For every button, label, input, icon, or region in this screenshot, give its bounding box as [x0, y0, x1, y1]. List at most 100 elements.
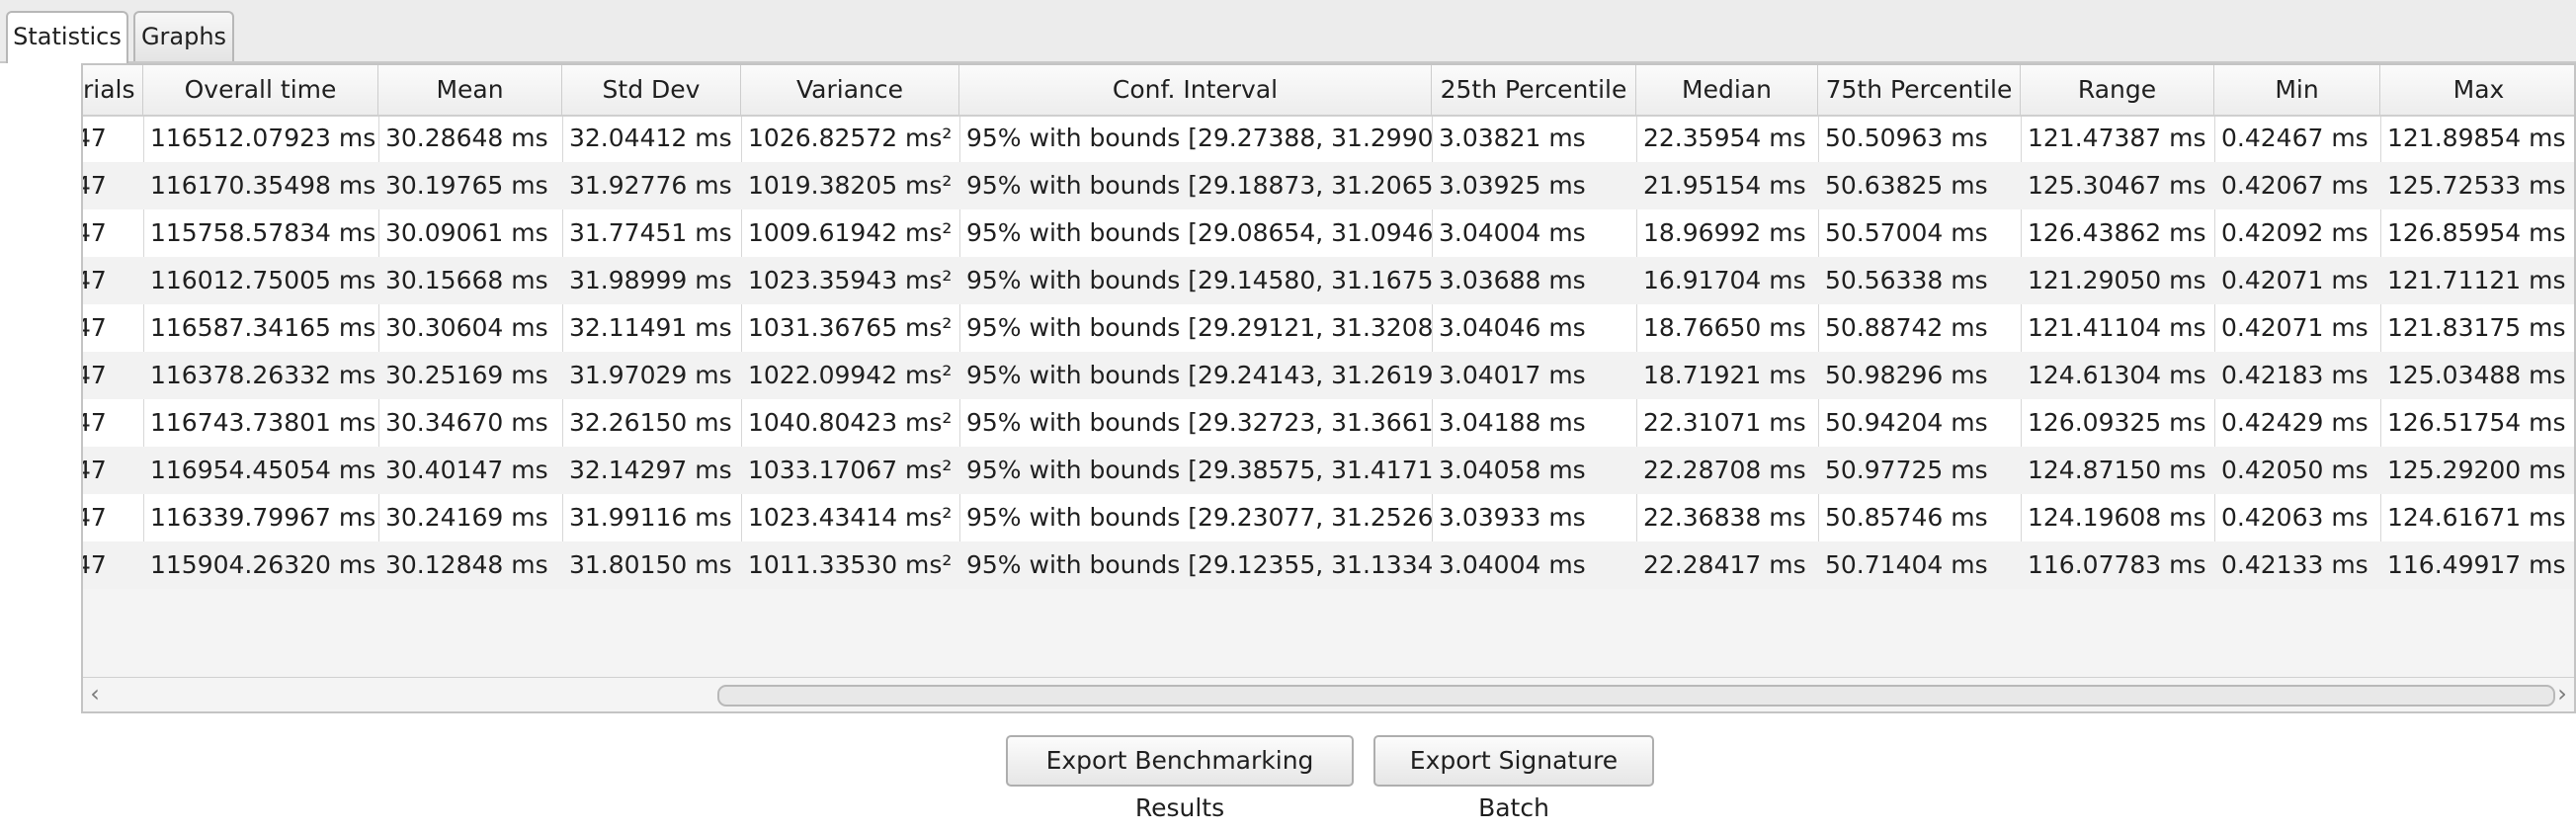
cell-range: 126.09325 ms [2028, 408, 2206, 437]
cell-mean: 30.30604 ms [385, 313, 548, 342]
cell-75th-percentile: 50.57004 ms [1825, 218, 1988, 247]
cell-std-dev: 31.80150 ms [569, 550, 732, 579]
column-header-variance[interactable]: Variance [741, 65, 959, 115]
cell-25th-percentile: 3.04188 ms [1439, 408, 1586, 437]
cell-overall-time: 116378.26332 ms [150, 361, 376, 389]
cell-variance: 1040.80423 ms² [748, 408, 953, 437]
cell-median: 21.95154 ms [1643, 171, 1806, 200]
cell-max: 116.49917 ms [2387, 550, 2566, 579]
cell-conf-interval: 95% with bounds [29.08654, 31.09468] [966, 218, 1432, 247]
column-header-conf-interval[interactable]: Conf. Interval [959, 65, 1432, 115]
table-row[interactable]: 47 116587.34165 ms 30.30604 ms 32.11491 ms 1… [83, 304, 2574, 352]
cell-trials: 47 [83, 408, 107, 437]
cell-range: 121.41104 ms [2028, 313, 2206, 342]
export-benchmarking-results-button[interactable]: Export Benchmarking Results [1006, 735, 1354, 822]
tab-statistics[interactable]: Statistics [6, 11, 128, 63]
cell-max: 125.72533 ms [2387, 171, 2566, 200]
column-header-range[interactable]: Range [2021, 65, 2214, 115]
table-row[interactable]: 47 116512.07923 ms 30.28648 ms 32.04412 ms 1… [83, 115, 2574, 162]
cell-conf-interval: 95% with bounds [29.14580, 31.16756] [966, 266, 1432, 294]
cell-75th-percentile: 50.94204 ms [1825, 408, 1988, 437]
column-header-median[interactable]: Median [1636, 65, 1818, 115]
cell-trials: 47 [83, 313, 107, 342]
cell-min: 0.42071 ms [2221, 313, 2368, 342]
cell-conf-interval: 95% with bounds [29.18873, 31.20657] [966, 171, 1432, 200]
scroll-left-icon[interactable]: ‹ [83, 678, 107, 711]
cell-max: 121.71121 ms [2387, 266, 2566, 294]
column-header-min[interactable]: Min [2214, 65, 2380, 115]
cell-std-dev: 31.77451 ms [569, 218, 732, 247]
cell-range: 124.61304 ms [2028, 361, 2206, 389]
column-header-max[interactable]: Max [2380, 65, 2574, 115]
cell-min: 0.42183 ms [2221, 361, 2368, 389]
scroll-right-icon[interactable]: › [2550, 678, 2574, 711]
cell-max: 125.03488 ms [2387, 361, 2566, 389]
horizontal-scrollbar[interactable]: ‹ › [83, 677, 2574, 711]
table-row[interactable]: 47 116954.45054 ms 30.40147 ms 32.14297 ms 1… [83, 447, 2574, 494]
cell-median: 22.35954 ms [1643, 124, 1806, 152]
cell-median: 22.31071 ms [1643, 408, 1806, 437]
cell-75th-percentile: 50.63825 ms [1825, 171, 1988, 200]
cell-25th-percentile: 3.04017 ms [1439, 361, 1586, 389]
tab-graphs[interactable]: Graphs [133, 11, 234, 61]
cell-max: 126.85954 ms [2387, 218, 2566, 247]
cell-variance: 1009.61942 ms² [748, 218, 953, 247]
cell-overall-time: 116339.79967 ms [150, 503, 376, 532]
cell-std-dev: 32.04412 ms [569, 124, 732, 152]
cell-mean: 30.25169 ms [385, 361, 548, 389]
cell-range: 116.07783 ms [2028, 550, 2206, 579]
cell-conf-interval: 95% with bounds [29.27388, 31.29907] [966, 124, 1432, 152]
cell-mean: 30.19765 ms [385, 171, 548, 200]
cell-range: 121.47387 ms [2028, 124, 2206, 152]
cell-25th-percentile: 3.03933 ms [1439, 503, 1586, 532]
table-row[interactable]: 47 116170.35498 ms 30.19765 ms 31.92776 ms 1… [83, 162, 2574, 209]
cell-25th-percentile: 3.03688 ms [1439, 266, 1586, 294]
cell-mean: 30.15668 ms [385, 266, 548, 294]
export-signature-batch-button[interactable]: Export Signature Batch [1373, 735, 1654, 822]
column-header-trials[interactable]: rials [83, 65, 143, 115]
cell-variance: 1023.35943 ms² [748, 266, 953, 294]
table-row[interactable]: 47 115904.26320 ms 30.12848 ms 31.80150 ms 1… [83, 541, 2574, 589]
cell-min: 0.42467 ms [2221, 124, 2368, 152]
table-row[interactable]: 47 115758.57834 ms 30.09061 ms 31.77451 ms 1… [83, 209, 2574, 257]
column-header-std-dev[interactable]: Std Dev [562, 65, 741, 115]
cell-std-dev: 32.11491 ms [569, 313, 732, 342]
scrollbar-thumb[interactable] [717, 685, 2555, 707]
cell-min: 0.42063 ms [2221, 503, 2368, 532]
cell-overall-time: 116954.45054 ms [150, 456, 376, 484]
cell-trials: 47 [83, 456, 107, 484]
cell-variance: 1023.43414 ms² [748, 503, 953, 532]
cell-variance: 1019.38205 ms² [748, 171, 953, 200]
cell-75th-percentile: 50.88742 ms [1825, 313, 1988, 342]
cell-std-dev: 31.99116 ms [569, 503, 732, 532]
table-row[interactable]: 47 116378.26332 ms 30.25169 ms 31.97029 ms 1… [83, 352, 2574, 399]
cell-range: 125.30467 ms [2028, 171, 2206, 200]
column-header-mean[interactable]: Mean [378, 65, 562, 115]
cell-mean: 30.09061 ms [385, 218, 548, 247]
table-row[interactable]: 47 116339.79967 ms 30.24169 ms 31.99116 ms 1… [83, 494, 2574, 541]
table-row[interactable]: 47 116743.73801 ms 30.34670 ms 32.26150 ms 1… [83, 399, 2574, 447]
cell-max: 126.51754 ms [2387, 408, 2566, 437]
cell-std-dev: 32.26150 ms [569, 408, 732, 437]
column-header-overall-time[interactable]: Overall time [143, 65, 378, 115]
cell-variance: 1031.36765 ms² [748, 313, 953, 342]
cell-min: 0.42429 ms [2221, 408, 2368, 437]
cell-max: 124.61671 ms [2387, 503, 2566, 532]
cell-min: 0.42133 ms [2221, 550, 2368, 579]
cell-median: 18.71921 ms [1643, 361, 1806, 389]
cell-trials: 47 [83, 503, 107, 532]
cell-25th-percentile: 3.03925 ms [1439, 171, 1586, 200]
column-header-25th-percentile[interactable]: 25th Percentile [1432, 65, 1636, 115]
cell-variance: 1033.17067 ms² [748, 456, 953, 484]
cell-overall-time: 116587.34165 ms [150, 313, 376, 342]
column-header-75th-percentile[interactable]: 75th Percentile [1818, 65, 2021, 115]
cell-range: 126.43862 ms [2028, 218, 2206, 247]
cell-range: 121.29050 ms [2028, 266, 2206, 294]
cell-trials: 47 [83, 550, 107, 579]
cell-trials: 47 [83, 124, 107, 152]
cell-std-dev: 31.92776 ms [569, 171, 732, 200]
table-row[interactable]: 47 116012.75005 ms 30.15668 ms 31.98999 ms 1… [83, 257, 2574, 304]
cell-median: 18.96992 ms [1643, 218, 1806, 247]
cell-75th-percentile: 50.50963 ms [1825, 124, 1988, 152]
cell-conf-interval: 95% with bounds [29.29121, 31.32087] [966, 313, 1432, 342]
